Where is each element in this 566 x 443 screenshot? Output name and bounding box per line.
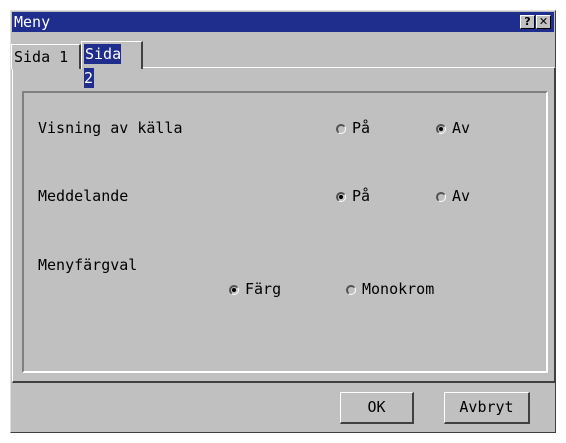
source-display-on-radio[interactable]: På [336,119,370,137]
radio-on-icon [436,123,446,134]
help-icon: ? [524,15,531,28]
message-off-radio[interactable]: Av [436,187,470,205]
radio-off-icon [346,284,356,295]
title-bar[interactable]: Meny ? ✕ [12,12,554,32]
cancel-button[interactable]: Avbryt [444,392,530,424]
menu-color-color-radio[interactable]: Färg [229,280,281,298]
radio-off-icon [436,191,446,202]
tab-sida-1[interactable]: Sida 1 [11,44,81,69]
radio-on-icon [336,191,346,202]
close-button[interactable]: ✕ [536,15,551,29]
tab-label: Sida 1 [14,48,69,66]
settings-group: Visning av källa På Av Meddelande På Av … [22,91,548,373]
menu-color-label: Menyfärgval [38,256,138,274]
radio-off-icon [336,123,346,134]
source-display-label: Visning av källa [38,119,183,137]
message-on-radio[interactable]: På [336,187,370,205]
menu-color-mono-radio[interactable]: Monokrom [346,280,434,298]
source-display-off-radio[interactable]: Av [436,119,470,137]
radio-on-icon [229,284,239,295]
close-icon: ✕ [538,15,549,28]
help-button[interactable]: ? [520,15,535,29]
message-label: Meddelande [38,187,129,205]
menu-dialog: Meny ? ✕ Sida 1 Sida 2 Visning av källa … [10,10,556,433]
tab-sida-2[interactable]: Sida 2 [81,41,143,88]
ok-button[interactable]: OK [340,392,414,424]
window-title: Meny [14,13,51,31]
